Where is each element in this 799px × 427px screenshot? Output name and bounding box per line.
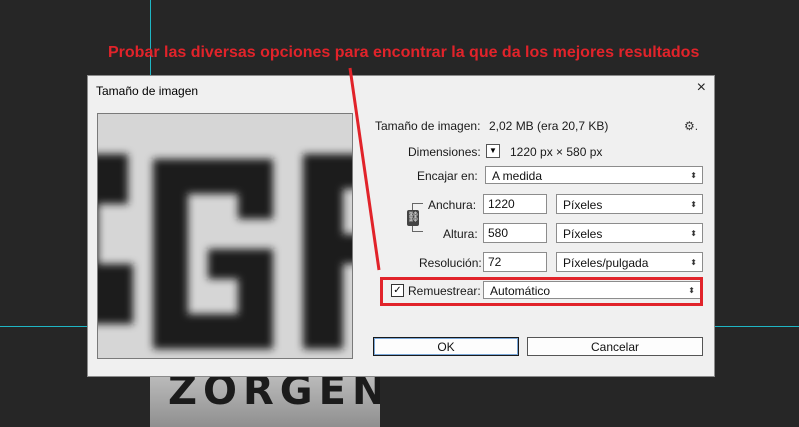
dialog-title: Tamaño de imagen bbox=[96, 84, 199, 98]
height-input[interactable]: 580 bbox=[483, 223, 547, 243]
width-label: Anchura: bbox=[428, 198, 477, 212]
cancel-button[interactable]: Cancelar bbox=[527, 337, 703, 356]
image-size-dialog: Tamaño de imagen × Tamaño de imagen: 2,0… bbox=[87, 75, 715, 377]
ok-button[interactable]: OK bbox=[373, 337, 519, 356]
width-unit-select[interactable]: Píxeles ⬍ bbox=[556, 194, 703, 214]
link-chain-icon[interactable]: ⛓ bbox=[407, 210, 420, 226]
fit-select[interactable]: A medida ⬍ bbox=[485, 166, 703, 184]
height-unit-value: Píxeles bbox=[563, 227, 603, 241]
select-arrows-icon: ⬍ bbox=[690, 229, 697, 238]
select-arrows-icon: ⬍ bbox=[690, 171, 697, 180]
resolution-label: Resolución: bbox=[419, 256, 482, 270]
width-unit-value: Píxeles bbox=[563, 198, 603, 212]
chevron-down-icon[interactable]: ▼ bbox=[486, 144, 500, 158]
resolution-input[interactable]: 72 bbox=[483, 252, 547, 272]
fit-select-value: A medida bbox=[492, 169, 543, 183]
annotation-text: Probar las diversas opciones para encont… bbox=[108, 44, 700, 61]
gear-icon[interactable]: ⚙. bbox=[684, 119, 698, 133]
image-preview[interactable] bbox=[97, 113, 353, 359]
height-unit-select[interactable]: Píxeles ⬍ bbox=[556, 223, 703, 243]
select-arrows-icon: ⬍ bbox=[690, 258, 697, 267]
resolution-unit-value: Píxeles/pulgada bbox=[563, 256, 649, 270]
select-arrows-icon: ⬍ bbox=[690, 200, 697, 209]
close-icon[interactable]: × bbox=[697, 79, 706, 97]
preview-image bbox=[98, 114, 352, 358]
resolution-unit-select[interactable]: Píxeles/pulgada ⬍ bbox=[556, 252, 703, 272]
dimensions-label: Dimensiones: bbox=[408, 145, 481, 159]
fit-label: Encajar en: bbox=[417, 169, 478, 183]
width-input[interactable]: 1220 bbox=[483, 194, 547, 214]
dimensions-value: 1220 px × 580 px bbox=[510, 145, 603, 159]
image-size-value: 2,02 MB (era 20,7 KB) bbox=[489, 119, 609, 133]
image-size-label: Tamaño de imagen: bbox=[375, 119, 481, 133]
height-label: Altura: bbox=[443, 227, 478, 241]
annotation-highlight-box bbox=[380, 277, 703, 306]
